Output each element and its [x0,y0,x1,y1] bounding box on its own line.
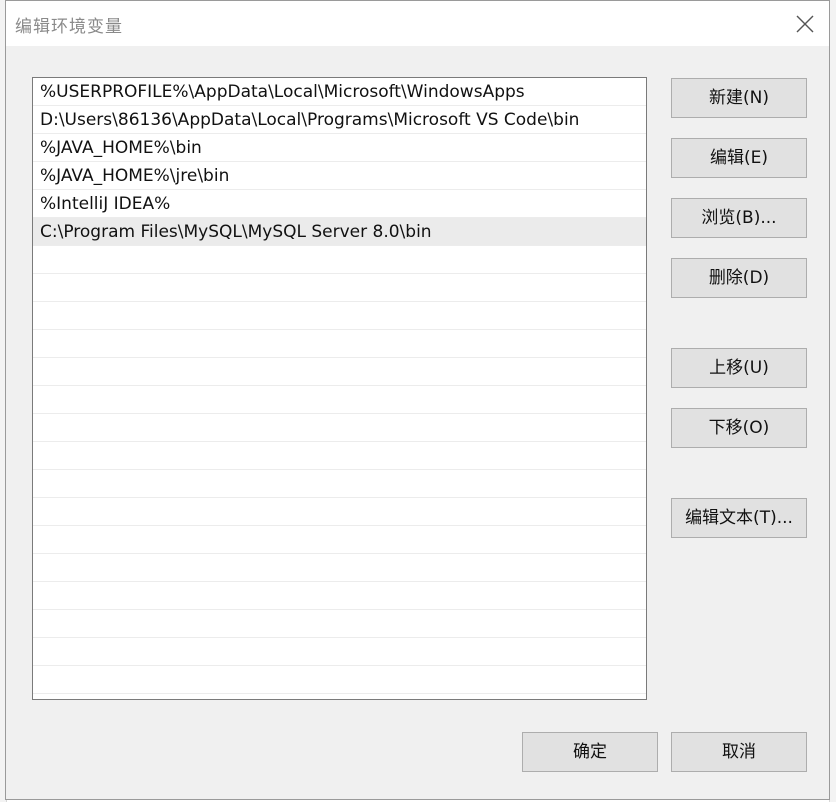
browse-button[interactable]: 浏览(B)... [671,198,807,238]
list-item[interactable]: %JAVA_HOME%\jre\bin [33,162,646,190]
list-item[interactable] [33,246,646,274]
list-item[interactable] [33,274,646,302]
list-item[interactable] [33,554,646,582]
list-item[interactable] [33,638,646,666]
list-item[interactable] [33,442,646,470]
background-window-right [829,0,836,802]
edit-environment-variable-dialog: 编辑环境变量 %USERPROFILE%\AppData\Local\Micro… [5,0,830,800]
cancel-button[interactable]: 取消 [671,732,807,772]
list-item[interactable]: %IntelliJ IDEA% [33,190,646,218]
new-button[interactable]: 新建(N) [671,78,807,118]
dialog-title: 编辑环境变量 [15,17,123,37]
list-item[interactable]: %USERPROFILE%\AppData\Local\Microsoft\Wi… [33,78,646,106]
close-icon [796,15,814,33]
list-item[interactable]: D:\Users\86136\AppData\Local\Programs\Mi… [33,106,646,134]
move-up-button[interactable]: 上移(U) [671,348,807,388]
list-item[interactable] [33,470,646,498]
list-item[interactable] [33,302,646,330]
list-item[interactable]: C:\Program Files\MySQL\MySQL Server 8.0\… [33,218,646,246]
close-button[interactable] [791,10,819,38]
path-list[interactable]: %USERPROFILE%\AppData\Local\Microsoft\Wi… [32,77,647,700]
list-item[interactable] [33,414,646,442]
move-down-button[interactable]: 下移(O) [671,408,807,448]
list-item[interactable] [33,610,646,638]
title-bar: 编辑环境变量 [6,1,829,46]
list-item[interactable] [33,330,646,358]
list-item[interactable] [33,498,646,526]
list-item[interactable] [33,526,646,554]
ok-button[interactable]: 确定 [522,732,658,772]
list-item[interactable] [33,582,646,610]
edit-button[interactable]: 编辑(E) [671,138,807,178]
list-item[interactable] [33,666,646,694]
edit-text-button[interactable]: 编辑文本(T)... [671,498,807,538]
list-item[interactable]: %JAVA_HOME%\bin [33,134,646,162]
list-item[interactable] [33,386,646,414]
delete-button[interactable]: 删除(D) [671,258,807,298]
list-item[interactable] [33,358,646,386]
